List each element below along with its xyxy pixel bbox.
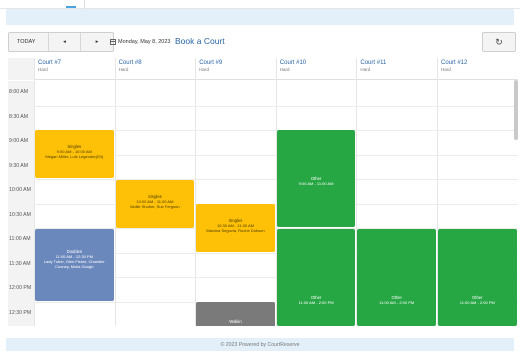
reservation-block[interactable]: Singles 10:00 AM - 11:00 AM Mollie Shober,… (115, 180, 195, 228)
reservation-players: Lady Tuber, Glen Fisher, Chandler Cooney… (43, 259, 105, 269)
time-row-divider (34, 105, 518, 107)
court-name: Court #10 (279, 60, 307, 66)
reservation-block[interactable]: Other 11:00 AM - 2:00 PM (276, 229, 356, 326)
time-slot-label: 12:30 PM (9, 309, 32, 316)
court-header[interactable]: Court #8 Hard (114, 58, 196, 80)
court-header-row: Court #7 Hard Court #8 Hard Court #9 Hard Cour… (8, 58, 518, 80)
active-tab-indicator[interactable] (66, 6, 76, 8)
time-slot-label: 9:00 AM (9, 138, 29, 144)
time-slot-label: 9:30 AM (9, 162, 29, 169)
court-name: Court #12 (441, 60, 468, 66)
court-surface-type: Hard (38, 67, 48, 72)
court-name: Court #8 (118, 60, 142, 66)
court-header[interactable]: Court #12 Hard (437, 58, 518, 80)
court-surface-type: Hard (118, 67, 129, 72)
court-header[interactable]: Court #10 Hard (275, 58, 357, 80)
time-slot-label: 8:00 AM (9, 89, 29, 95)
reservation-time: 11:00 AM - 2:00 PM (459, 300, 495, 305)
page-footer: © 2023 Powered by CourtReserve (6, 338, 514, 351)
reservation-block[interactable]: Other 11:00 AM - 2:00 PM (438, 229, 517, 326)
scheduler-toolbar: TODAY ◂ ▸ Monday, May 8, 2023 Book a Cou… (8, 32, 518, 54)
selected-date: Monday, May 8, 2023 (118, 39, 171, 45)
reservation-time: 9:00 AM - 11:00 AM (298, 181, 334, 186)
calendar-icon (110, 39, 116, 45)
court-name: Court #9 (199, 60, 223, 66)
court-header[interactable]: Court #11 Hard (356, 58, 437, 80)
today-button[interactable]: TODAY (9, 33, 49, 51)
court-surface-type: Hard (279, 67, 290, 72)
reservation-block[interactable]: Other 9:00 AM - 11:00 AM (276, 130, 356, 227)
time-slot-label: 10:30 AM (9, 211, 31, 218)
refresh-button[interactable]: ↻ (482, 32, 516, 52)
time-slot-label: 8:30 AM (9, 113, 29, 120)
reservation-time: 11:00 AM - 2:00 PM (298, 300, 334, 305)
header-corner (8, 58, 34, 80)
reservation-players: Mollie Shober, Sue Fergson (130, 204, 180, 209)
previous-day-button[interactable]: ◂ (49, 33, 81, 51)
court-surface-type: Hard (441, 67, 451, 72)
reservation-title: Walkin (229, 319, 242, 324)
court-name: Court #7 (38, 60, 62, 66)
reservation-time: 11:00 AM - 2:00 PM (379, 300, 415, 305)
reservation-block[interactable]: Doubles 11:00 AM - 12:30 PM Lady Tuber, Gl… (35, 229, 114, 301)
next-day-button[interactable]: ▸ (81, 33, 113, 51)
court-header[interactable]: Court #9 Hard (195, 58, 276, 80)
book-a-court-link[interactable]: Book a Court (175, 36, 225, 46)
reservation-block[interactable]: Singles 10:30 AM - 11:30 AM Maxima Segovia… (196, 204, 275, 252)
time-slot-label: 12:00 PM (9, 285, 32, 291)
header-band (6, 9, 514, 25)
time-column: 8:00 AM 8:30 AM 9:00 AM 9:30 AM 10:00 AM 10:3… (8, 81, 34, 326)
court-schedule-page: TODAY ◂ ▸ Monday, May 8, 2023 Book a Cou… (0, 0, 520, 354)
navigation-button-group: TODAY ◂ ▸ (8, 32, 114, 52)
reservation-block[interactable]: Walkin (196, 302, 275, 326)
court-header[interactable]: Court #7 Hard (34, 58, 115, 80)
time-slot-label: 10:00 AM (9, 187, 31, 193)
time-slot-label: 11:00 AM (9, 236, 31, 242)
refresh-icon: ↻ (495, 36, 503, 47)
reservation-block[interactable]: Other 11:00 AM - 2:00 PM (357, 229, 436, 326)
court-name: Court #11 (360, 60, 387, 66)
tab-divider (84, 0, 85, 9)
reservation-block[interactable]: Singles 9:00 AM - 10:00 AM Megan Miller, L… (35, 130, 114, 178)
vertical-scrollbar[interactable] (514, 80, 518, 140)
court-surface-type: Hard (360, 67, 371, 72)
column-divider (195, 58, 197, 326)
top-tab-strip (0, 0, 520, 9)
reservation-players: Maxima Segovia, Roche Dobson (206, 228, 265, 233)
time-slot-label: 11:30 AM (9, 260, 31, 267)
date-picker[interactable]: Monday, May 8, 2023 (110, 32, 176, 52)
court-surface-type: Hard (199, 67, 209, 72)
reservation-players: Megan Miller, Luis Legendre(ISI) (45, 154, 104, 159)
schedule-grid: Court #7 Hard Court #8 Hard Court #9 Hard Cour… (8, 58, 518, 326)
